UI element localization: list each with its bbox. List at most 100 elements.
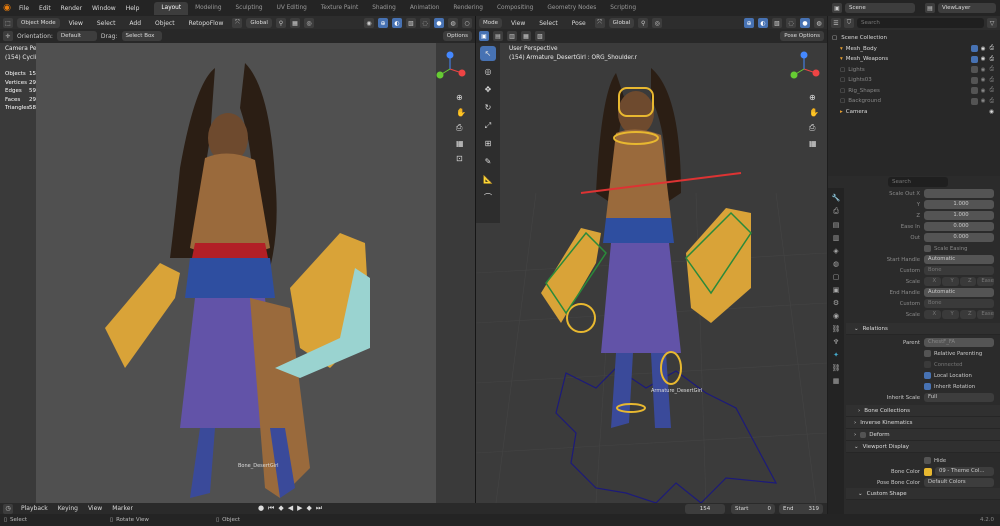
right-snap-icon[interactable]: ⚲ — [638, 18, 649, 28]
tool-props-icon[interactable]: 🔧 — [832, 194, 841, 202]
tab-modeling[interactable]: Modeling — [188, 2, 228, 15]
include-checkbox[interactable] — [970, 87, 978, 95]
start-custom-bone-field[interactable]: Bone — [924, 266, 994, 275]
eye-icon[interactable]: ◉ — [981, 88, 986, 94]
local-location-checkbox[interactable] — [924, 372, 931, 379]
left-options-dropdown[interactable]: Options — [442, 31, 472, 41]
left-menu-view[interactable]: View — [64, 20, 88, 27]
relations-panel-header[interactable]: ⌄ Relations — [846, 323, 1000, 335]
data-props-icon[interactable]: ♆ — [833, 338, 839, 346]
include-checkbox[interactable] — [970, 66, 978, 74]
eye-icon[interactable]: ◉ — [981, 67, 986, 73]
right-grid-icon[interactable]: ▦ — [809, 139, 819, 148]
end-scale-ease[interactable]: Ease — [977, 310, 994, 319]
annotate-tool-icon[interactable]: ✎ — [480, 154, 496, 169]
left-menu-object[interactable]: Object — [150, 20, 180, 27]
object-props-icon[interactable]: ▣ — [833, 286, 840, 294]
shading-wire-icon[interactable]: ◌ — [420, 18, 430, 28]
tab-texture-paint[interactable]: Texture Paint — [314, 2, 365, 15]
bone-constraint-props-icon[interactable]: ⛓ — [832, 364, 841, 372]
pose-options-dropdown[interactable]: Pose Options — [780, 31, 824, 41]
render-props-icon[interactable]: ⎙ — [833, 207, 839, 216]
left-menu-retopoflow[interactable]: RetopoFlow — [184, 20, 229, 27]
timeline-playback-menu[interactable]: Playback — [16, 505, 53, 512]
editor-type-icon[interactable]: ⬚ — [3, 18, 13, 28]
lock-icon[interactable]: ⊡ — [456, 154, 466, 163]
left-viewport[interactable]: Camera Perspective (154) Cyclic | Bone_D… — [0, 43, 475, 503]
right-pivot-icon[interactable]: ⤧ — [594, 18, 605, 28]
view-layer-props-icon[interactable]: ▥ — [833, 234, 840, 242]
overlay-toggle-icon[interactable]: ◐ — [392, 18, 402, 28]
menu-file[interactable]: File — [14, 5, 34, 12]
right-xray-icon[interactable]: ▧ — [772, 18, 782, 28]
prev-key-icon[interactable]: ◆ — [278, 504, 283, 513]
bone-collections-header[interactable]: › Bone Collections — [846, 405, 1000, 417]
right-camera-icon[interactable]: ⎙ — [809, 123, 819, 133]
ease-out-field[interactable]: 0.000 — [924, 233, 994, 242]
include-checkbox[interactable] — [970, 55, 978, 63]
left-mode-dropdown[interactable]: Object Mode — [17, 18, 60, 28]
include-checkbox[interactable] — [970, 76, 978, 84]
connected-checkbox[interactable] — [924, 361, 931, 368]
deform-checkbox[interactable] — [860, 431, 867, 438]
select-extend-icon[interactable]: ▤ — [493, 31, 503, 41]
outliner-filter-icon[interactable]: ⛉ — [844, 18, 854, 28]
props-search-input[interactable]: Search — [888, 177, 948, 187]
deform-header[interactable]: › Deform — [846, 429, 1000, 441]
menu-window[interactable]: Window — [87, 5, 121, 12]
start-frame-field[interactable]: Start 0 — [731, 503, 775, 514]
end-scale-y[interactable]: Y — [941, 310, 959, 319]
eye-icon[interactable]: ◉ — [981, 98, 986, 104]
start-scale-z[interactable]: Z — [959, 277, 977, 286]
play-reverse-icon[interactable]: ◀ — [288, 504, 293, 513]
select-subtract-icon[interactable]: ▥ — [507, 31, 517, 41]
menu-edit[interactable]: Edit — [34, 5, 56, 12]
xray-icon[interactable]: ▧ — [406, 18, 416, 28]
right-gizmo-icon[interactable]: ⊕ — [744, 18, 754, 28]
include-checkbox[interactable] — [970, 45, 978, 53]
include-checkbox[interactable] — [970, 97, 978, 105]
render-camera-icon[interactable]: ⎙ — [990, 77, 994, 84]
tab-sculpting[interactable]: Sculpting — [229, 2, 270, 15]
measure-tool-icon[interactable]: 📐 — [480, 172, 496, 187]
eye-icon[interactable]: ◉ — [981, 77, 986, 83]
start-scale-x[interactable]: X — [924, 277, 941, 286]
tab-layout[interactable]: Layout — [154, 1, 189, 15]
jump-start-icon[interactable]: ⏮ — [268, 504, 274, 513]
right-shading-material-icon[interactable]: ◍ — [814, 18, 824, 28]
select-mode-icon[interactable]: ▣ — [479, 31, 489, 41]
play-icon[interactable]: ▶ — [297, 504, 302, 513]
outliner-funnel-icon[interactable]: ▽ — [987, 18, 997, 28]
shading-rendered-icon[interactable]: ○ — [462, 18, 472, 28]
outliner-item[interactable]: ▸ Camera ◉ — [828, 107, 1000, 118]
outliner-search-input[interactable]: Search — [857, 18, 984, 28]
right-navigation-gizmo[interactable] — [786, 51, 822, 87]
shading-solid-icon[interactable]: ● — [434, 18, 444, 28]
outliner-item[interactable]: ▢ Lights ◉ ⎙ — [828, 65, 1000, 76]
rotate-tool-icon[interactable]: ↻ — [480, 100, 496, 115]
grid-icon[interactable]: ▦ — [456, 139, 466, 148]
inherit-scale-dropdown[interactable]: Full — [924, 393, 994, 402]
snap-icon[interactable]: ⚲ — [275, 18, 286, 28]
scene-selector[interactable]: Scene — [845, 3, 915, 13]
end-scale-z[interactable]: Z — [959, 310, 977, 319]
output-props-icon[interactable]: ▤ — [833, 221, 840, 229]
jump-end-icon[interactable]: ⏭ — [316, 504, 322, 513]
gizmo-toggle-icon[interactable]: ⊕ — [378, 18, 388, 28]
tab-scripting[interactable]: Scripting — [603, 2, 643, 15]
select-invert-icon[interactable]: ▦ — [521, 31, 531, 41]
end-scale-x[interactable]: X — [924, 310, 941, 319]
left-menu-add[interactable]: Add — [124, 20, 146, 27]
eye-icon[interactable]: ◉ — [989, 109, 994, 115]
bone-props-icon[interactable]: ✦ — [833, 351, 839, 359]
select-tool-icon[interactable]: ↖ — [480, 46, 496, 61]
right-shading-solid-icon[interactable]: ● — [800, 18, 810, 28]
collection-props-icon[interactable]: ▢ — [833, 273, 840, 281]
scale-out-x-field[interactable] — [924, 189, 994, 198]
zoom-icon[interactable]: ⊕ — [456, 93, 466, 102]
timeline-keying-menu[interactable]: Keying — [53, 505, 83, 512]
menu-render[interactable]: Render — [56, 5, 87, 12]
timeline-marker-menu[interactable]: Marker — [107, 505, 138, 512]
texture-props-icon[interactable]: ▦ — [833, 377, 840, 385]
timeline-view-menu[interactable]: View — [83, 505, 107, 512]
